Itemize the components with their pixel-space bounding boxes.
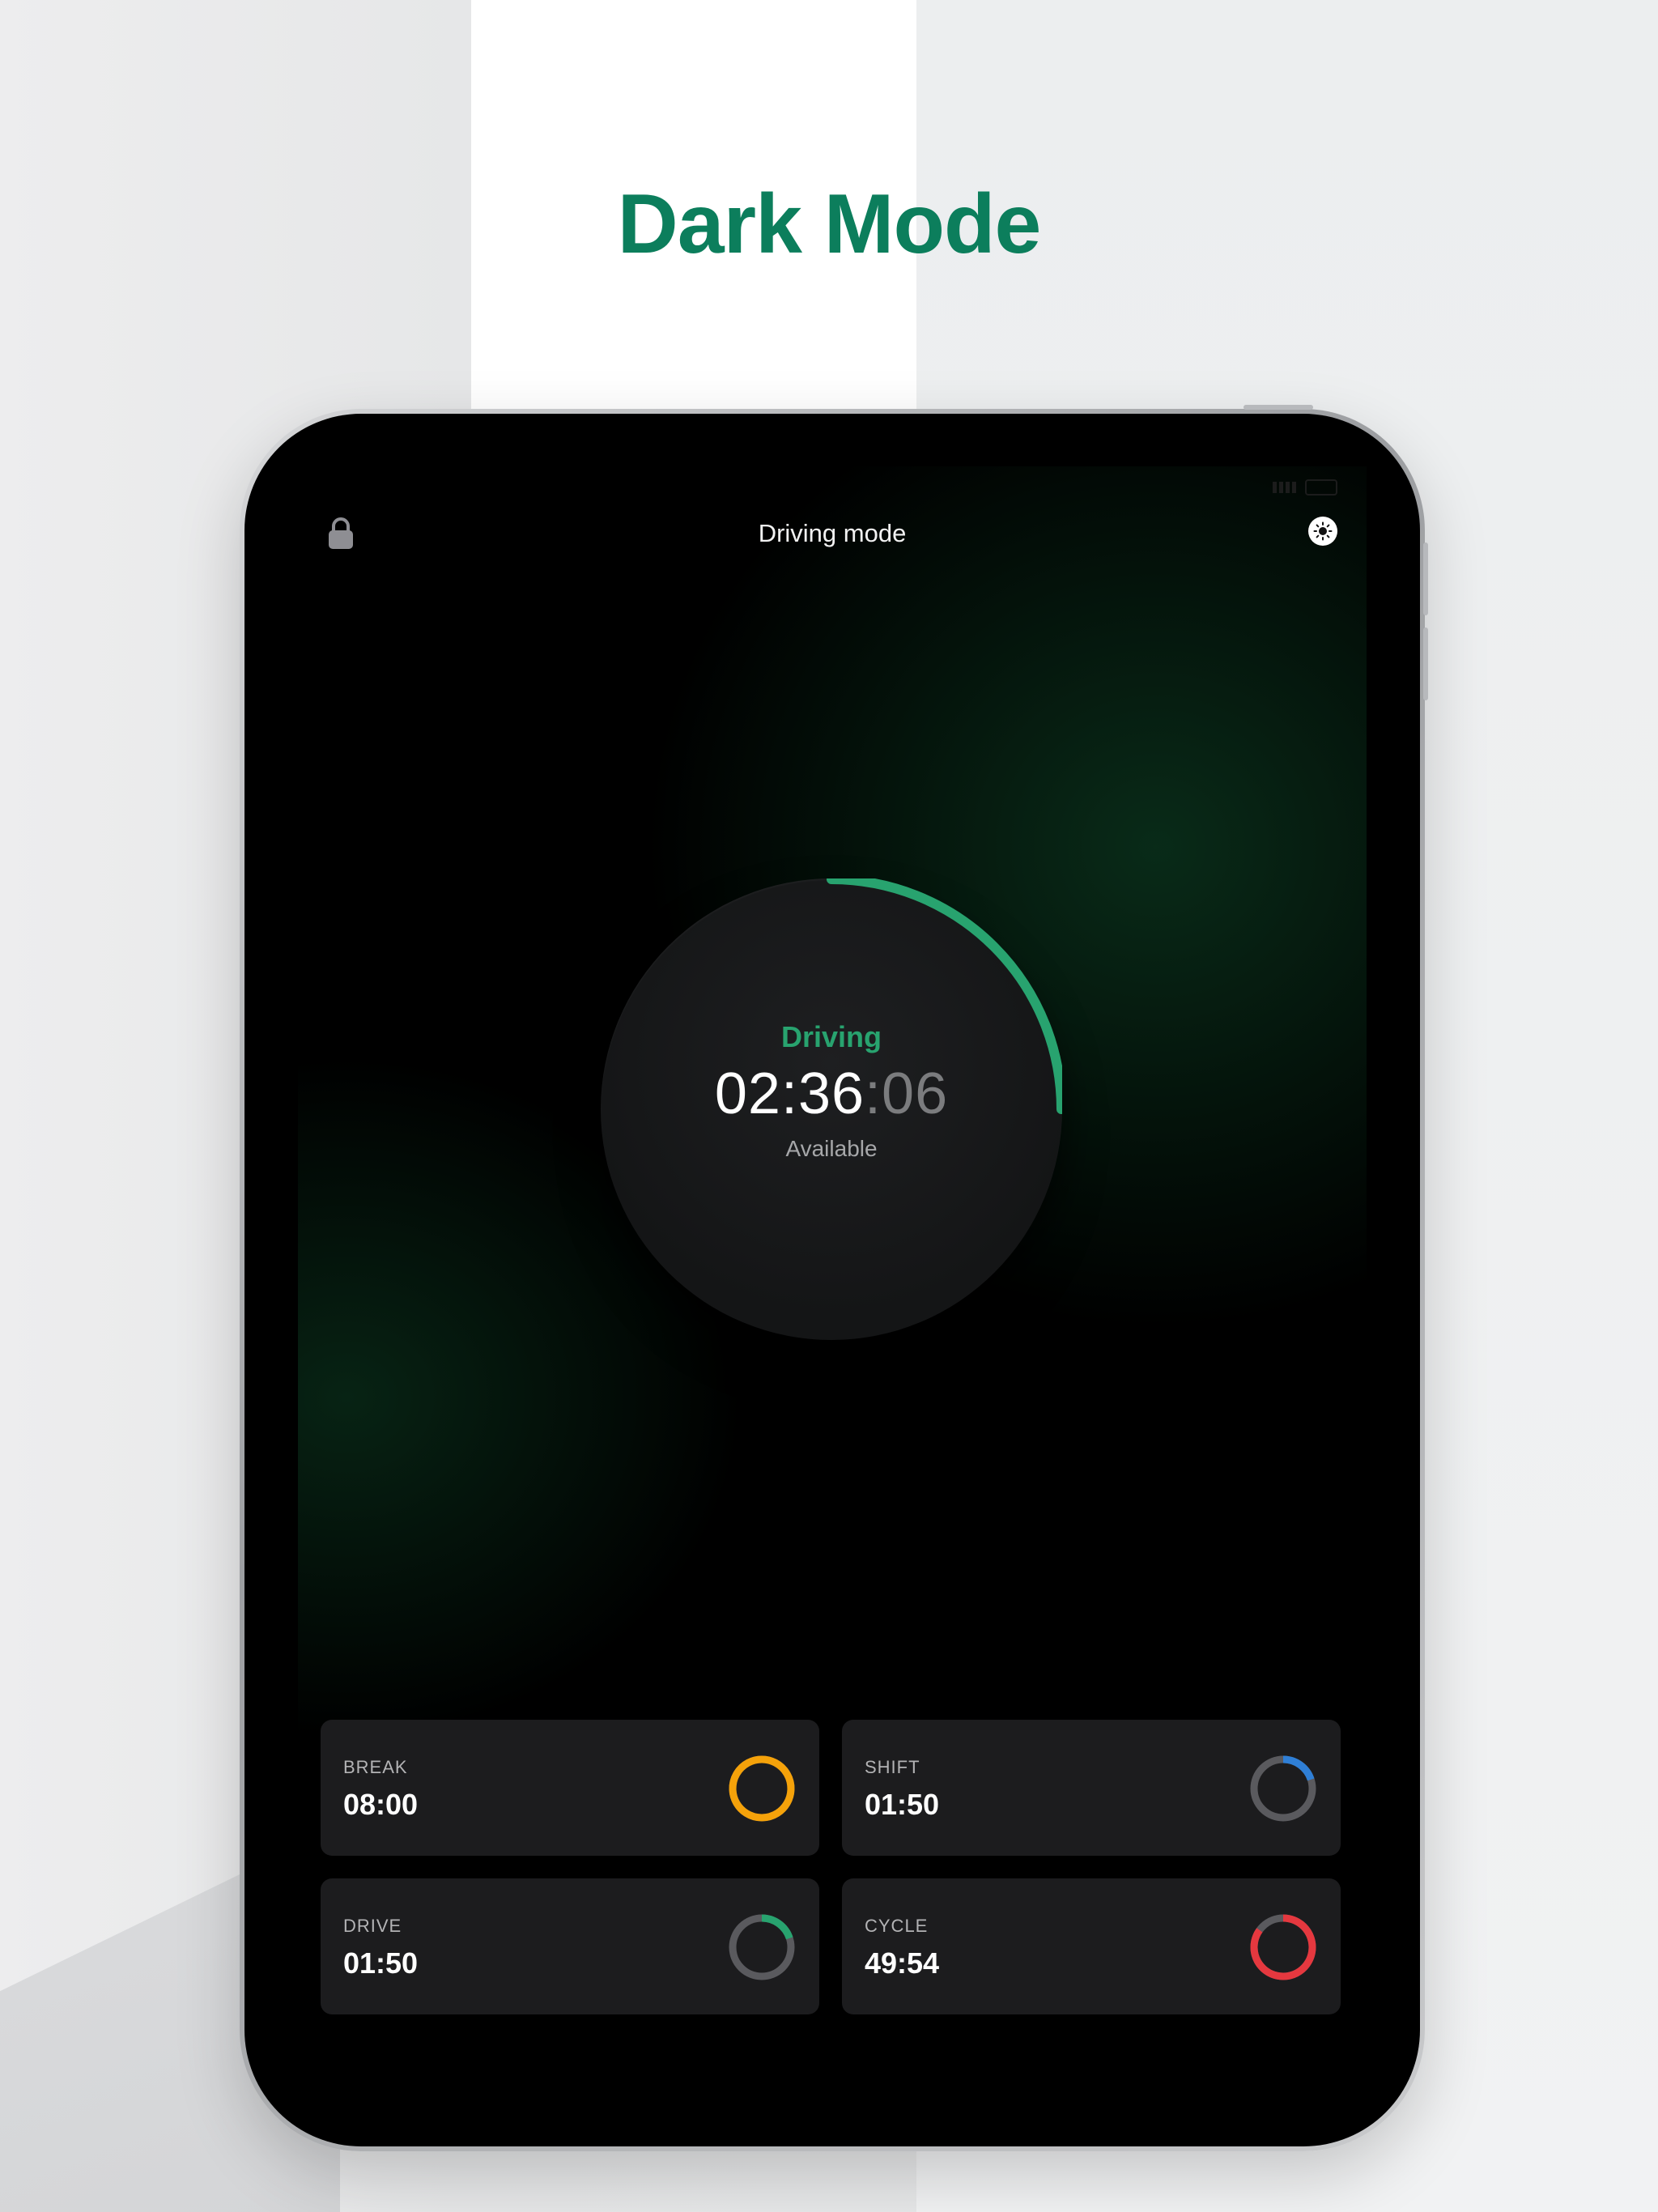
tablet-volume-up (1423, 542, 1428, 615)
battery-icon (1305, 479, 1337, 496)
driving-dial[interactable]: Driving 02:36:06 Available (601, 878, 1062, 1340)
card-value: 01:50 (865, 1788, 940, 1821)
timer-main: 02:36 (714, 1061, 865, 1126)
card-label: CYCLE (865, 1916, 929, 1936)
signal-icon (1273, 482, 1297, 493)
tablet-volume-down (1423, 627, 1428, 700)
ring-cycle (1250, 1914, 1316, 1980)
tablet-top-button (1244, 405, 1313, 410)
page-headline: Dark Mode (617, 177, 1042, 271)
app-screen: Driving mode Driving 02:36:06 Available … (298, 466, 1367, 2086)
timer-seconds: :06 (865, 1061, 949, 1126)
ring-shift (1250, 1755, 1316, 1822)
card-label: SHIFT (865, 1757, 920, 1777)
card-cycle[interactable]: CYCLE 49:54 (842, 1878, 1341, 2014)
ring-progress (1282, 1755, 1315, 1781)
card-label: BREAK (343, 1757, 408, 1777)
card-value: 08:00 (343, 1788, 419, 1821)
ring-drive (729, 1914, 795, 1980)
sun-icon[interactable] (1308, 517, 1337, 546)
card-drive[interactable]: DRIVE 01:50 (321, 1878, 819, 2014)
app-title: Driving mode (758, 519, 907, 547)
card-value: 49:54 (865, 1946, 940, 1980)
card-break[interactable]: BREAK 08:00 (321, 1720, 819, 1856)
ring-progress (761, 1914, 793, 1940)
driving-timer: 02:36:06 (601, 1061, 1062, 1127)
card-label: DRIVE (343, 1916, 402, 1936)
ring-progress (729, 1755, 795, 1822)
card-value: 01:50 (343, 1946, 419, 1980)
status-bar (1273, 479, 1337, 496)
card-shift[interactable]: SHIFT 01:50 (842, 1720, 1341, 1856)
driving-status-label: Driving (780, 1020, 882, 1053)
availability-label: Available (785, 1136, 878, 1161)
ring-break (729, 1755, 795, 1822)
